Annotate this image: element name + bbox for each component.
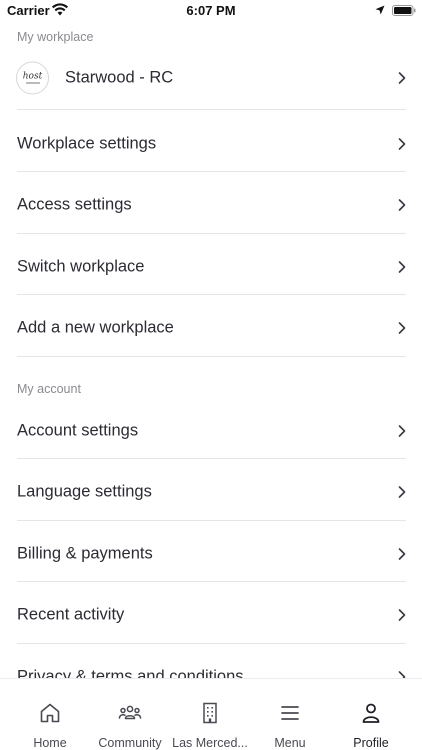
tab-home[interactable]: Home [10,679,90,750]
menu-item-label: Add a new workplace [17,318,174,336]
tab-bar: Home Community Las Merced... Menu Profil… [0,678,422,750]
chevron-right-icon [398,547,406,560]
menu-item-label: Billing & payments [17,544,153,562]
tab-community[interactable]: Community [90,679,170,750]
location-arrow-icon [375,5,385,15]
menu-item-switch-workplace[interactable]: Switch workplace [0,236,422,297]
current-workplace-name: Starwood - RC [65,68,174,86]
current-workplace-row[interactable]: host Starwood - RC [0,47,422,108]
divider [17,171,406,172]
divider [17,109,406,110]
menu-item-label: Workplace settings [17,134,157,152]
menu-item-access-settings[interactable]: Access settings [0,174,422,235]
tab-label: Community [98,736,162,750]
section-header-my-account: My account [17,382,81,396]
chevron-right-icon [398,608,406,621]
divider [17,581,406,582]
menu-item-label: Account settings [17,421,139,439]
workplace-logo-text: host [22,71,43,81]
divider [17,294,406,295]
chevron-right-icon [398,424,406,437]
chevron-right-icon [398,321,406,334]
tab-label: Home [33,736,67,750]
menu-item-add-workplace[interactable]: Add a new workplace [0,297,422,358]
menu-item-recent-activity[interactable]: Recent activity [0,584,422,645]
divider [17,458,406,459]
tab-profile[interactable]: Profile [331,679,411,750]
profile-settings-list[interactable]: My workplace host Starwood - RC Workplac… [0,0,422,678]
menu-item-label: Privacy & terms and conditions [17,667,244,678]
status-bar: Carrier 6:07 PM [0,0,422,22]
tab-label: Profile [353,736,389,750]
menu-item-label: Access settings [17,195,132,213]
divider [17,643,406,644]
status-time: 6:07 PM [186,3,236,18]
menu-item-label: Recent activity [17,605,125,623]
menu-item-label: Language settings [17,482,152,500]
chevron-right-icon [398,260,406,273]
chevron-right-icon [398,485,406,498]
tab-label: Las Merced... [172,736,248,750]
tab-menu[interactable]: Menu [250,679,330,750]
community-icon [118,705,142,720]
chevron-right-icon [398,71,406,84]
menu-item-label: Switch workplace [17,257,145,275]
profile-icon [362,703,380,723]
divider [17,520,406,521]
section-header-my-workplace: My workplace [17,30,94,44]
building-icon [203,702,217,724]
home-icon [40,703,60,723]
chevron-right-icon [398,198,406,211]
chevron-right-icon [398,670,406,678]
workplace-logo: host [16,61,49,94]
battery-icon [392,5,416,16]
menu-item-workplace-settings[interactable]: Workplace settings [0,113,422,174]
tab-label: Menu [274,736,306,750]
tab-workplace[interactable]: Las Merced... [170,679,250,750]
chevron-right-icon [398,137,406,150]
menu-item-language-settings[interactable]: Language settings [0,461,422,522]
menu-item-billing-payments[interactable]: Billing & payments [0,523,422,584]
menu-item-privacy-terms[interactable]: Privacy & terms and conditions [0,646,422,678]
menu-item-account-settings[interactable]: Account settings [0,400,422,461]
divider [17,233,406,234]
divider [17,356,406,357]
menu-icon [281,706,299,720]
